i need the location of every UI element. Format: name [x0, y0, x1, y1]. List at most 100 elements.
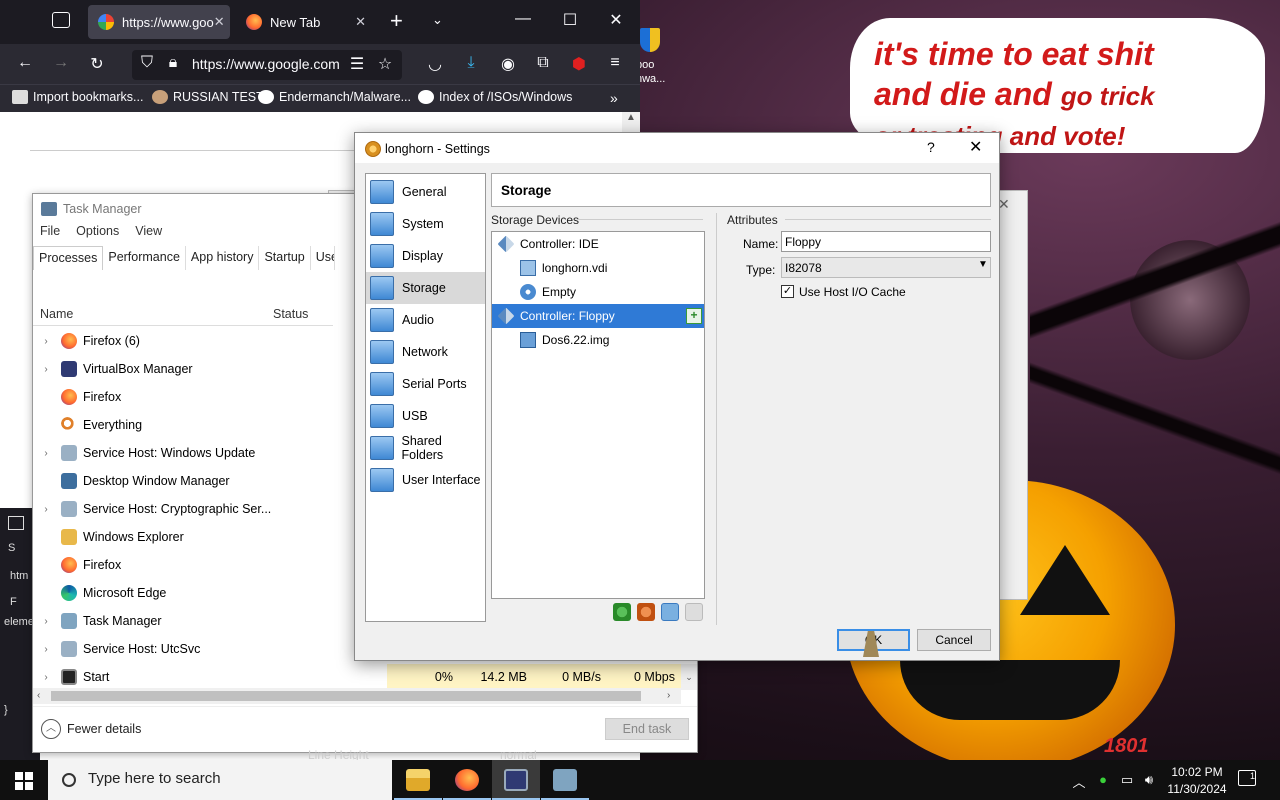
ublock-icon[interactable]: ⬢	[568, 54, 590, 74]
bookmarks-overflow-icon[interactable]: »	[610, 90, 618, 106]
remove-attachment-icon[interactable]	[685, 603, 703, 621]
add-controller-icon[interactable]	[613, 603, 631, 621]
volume-icon[interactable]: 🔊︎	[1140, 772, 1158, 788]
storage-tree-item[interactable]: longhorn.vdi	[492, 256, 704, 280]
add-attachment-plus-icon[interactable]: +	[686, 308, 702, 324]
nav-item-user-interface[interactable]: User Interface	[366, 464, 485, 496]
pocket-icon[interactable]: ◡	[424, 54, 446, 74]
storage-tree-item[interactable]: Dos6.22.img	[492, 328, 704, 352]
tab-processes[interactable]: Processes	[33, 246, 104, 270]
download-icon[interactable]: ⤓	[460, 54, 482, 72]
devtools-filter[interactable]: F	[10, 596, 17, 608]
fewer-details-link[interactable]: Fewer details	[67, 722, 141, 736]
reload-icon[interactable]: ↻	[86, 54, 108, 74]
use-host-io-cache-label[interactable]: Use Host I/O Cache	[799, 285, 906, 299]
bookmark-star-icon[interactable]: ☆	[374, 54, 396, 74]
tab-performance[interactable]: Performance	[103, 246, 186, 270]
scroll-left-icon[interactable]: ‹	[37, 690, 40, 701]
tracking-shield-icon[interactable]: ⛉	[136, 54, 158, 72]
taskbar-task-manager[interactable]	[541, 760, 589, 800]
tab-users[interactable]: User	[311, 246, 335, 270]
maximize-button[interactable]: ☐	[555, 10, 585, 30]
menu-file[interactable]: File	[40, 224, 60, 244]
storage-tree-item[interactable]: Controller: Floppy +	[492, 304, 704, 328]
tab-app-history[interactable]: App history	[186, 246, 260, 270]
scroll-right-icon[interactable]: ›	[667, 690, 670, 701]
nav-item-usb[interactable]: USB	[366, 400, 485, 432]
type-select[interactable]: I82078 ▼	[781, 257, 991, 278]
back-arrow-icon[interactable]: ←	[14, 54, 36, 72]
help-button[interactable]: ?	[927, 139, 935, 155]
bookmark-isos[interactable]: Index of /ISOs/Windows	[418, 90, 572, 104]
scroll-thumb[interactable]	[51, 691, 641, 701]
nav-item-system[interactable]: System	[366, 208, 485, 240]
expand-chevron-icon[interactable]: ›	[33, 616, 55, 627]
close-window-button[interactable]: ✕	[601, 10, 631, 30]
menu-options[interactable]: Options	[76, 224, 119, 244]
desktop-shield-icon[interactable]	[640, 28, 660, 52]
dropdown-arrow-icon[interactable]: ▼	[978, 259, 988, 270]
bookmark-russian-test[interactable]: RUSSIAN TEST	[152, 90, 264, 104]
tray-overflow-chevron-icon[interactable]: ︿	[1070, 772, 1088, 791]
expand-chevron-icon[interactable]: ›	[33, 672, 55, 683]
page-scrollbar[interactable]: ▲	[622, 112, 640, 132]
end-task-button[interactable]: End task	[605, 718, 689, 740]
use-host-io-cache-checkbox[interactable]: ✓	[781, 285, 794, 298]
nav-item-storage[interactable]: Storage	[366, 272, 485, 304]
close-icon[interactable]: ✕	[214, 14, 225, 30]
tab-overview-icon[interactable]	[52, 12, 70, 28]
tray-people-icon[interactable]: ●	[1094, 772, 1112, 787]
expand-chevron-icon[interactable]: ›	[33, 644, 55, 655]
storage-tree-item[interactable]: Controller: IDE	[492, 232, 704, 256]
network-icon[interactable]: ▭	[1118, 772, 1136, 788]
menu-hamburger-icon[interactable]: ≡	[604, 54, 626, 72]
devtools-html-tab[interactable]: htm	[10, 570, 28, 582]
nav-item-shared-folders[interactable]: Shared Folders	[366, 432, 485, 464]
nav-item-serial-ports[interactable]: Serial Ports	[366, 368, 485, 400]
tab-new-tab[interactable]: New Tab ✕	[236, 5, 376, 39]
splitter[interactable]	[716, 213, 717, 625]
taskbar-firefox[interactable]	[443, 760, 491, 800]
nav-item-general[interactable]: General	[366, 176, 485, 208]
tab-startup[interactable]: Startup	[259, 246, 311, 270]
dialog-close-button[interactable]: ✕	[969, 137, 982, 157]
storage-tree-item[interactable]: Empty	[492, 280, 704, 304]
taskbar-file-explorer[interactable]	[394, 760, 442, 800]
tab-list-chevron-icon[interactable]: ⌄	[432, 12, 443, 28]
notification-center-icon[interactable]: 1	[1238, 770, 1256, 786]
nav-item-audio[interactable]: Audio	[366, 304, 485, 336]
account-icon[interactable]: ◉	[497, 54, 519, 74]
nav-item-network[interactable]: Network	[366, 336, 485, 368]
inspector-pick-icon[interactable]	[8, 516, 24, 530]
expand-chevron-icon[interactable]: ›	[33, 336, 55, 347]
reader-view-icon[interactable]: ☰	[346, 54, 368, 74]
extensions-icon[interactable]: ⧉	[532, 54, 554, 72]
process-row[interactable]: › Start	[33, 663, 693, 691]
bookmark-import[interactable]: Import bookmarks...	[12, 90, 143, 104]
devtools-search[interactable]: S	[8, 542, 15, 554]
expand-chevron-icon[interactable]: ›	[33, 504, 55, 515]
remove-controller-icon[interactable]	[637, 603, 655, 621]
taskbar-virtualbox[interactable]	[492, 760, 540, 800]
column-status[interactable]: Status	[273, 307, 308, 321]
expand-chevron-icon[interactable]: ›	[33, 448, 55, 459]
bookmark-endermanch[interactable]: Endermanch/Malware...	[258, 90, 411, 104]
clock-time[interactable]: 10:02 PM	[1162, 765, 1232, 779]
cancel-button[interactable]: Cancel	[917, 629, 991, 651]
close-icon[interactable]: ✕	[355, 14, 366, 30]
forward-arrow-icon[interactable]: →	[50, 54, 72, 72]
chevron-up-icon[interactable]: ︿	[41, 719, 61, 739]
taskbar-search[interactable]: Type here to search	[48, 760, 392, 800]
tab-google[interactable]: https://www.goo ✕	[88, 5, 230, 39]
nav-item-display[interactable]: Display	[366, 240, 485, 272]
column-name[interactable]: Name	[40, 307, 73, 321]
add-attachment-icon[interactable]	[661, 603, 679, 621]
new-tab-plus-icon[interactable]: +	[390, 8, 403, 34]
menu-view[interactable]: View	[135, 224, 162, 244]
minimize-button[interactable]: —	[508, 10, 538, 28]
clock-date[interactable]: 11/30/2024	[1162, 782, 1232, 796]
lock-icon[interactable]: 🔒︎	[162, 54, 184, 72]
name-input[interactable]: Floppy	[781, 231, 991, 252]
desktop-icon-label[interactable]: boo nwa...	[636, 58, 680, 86]
expand-chevron-icon[interactable]: ›	[33, 364, 55, 375]
